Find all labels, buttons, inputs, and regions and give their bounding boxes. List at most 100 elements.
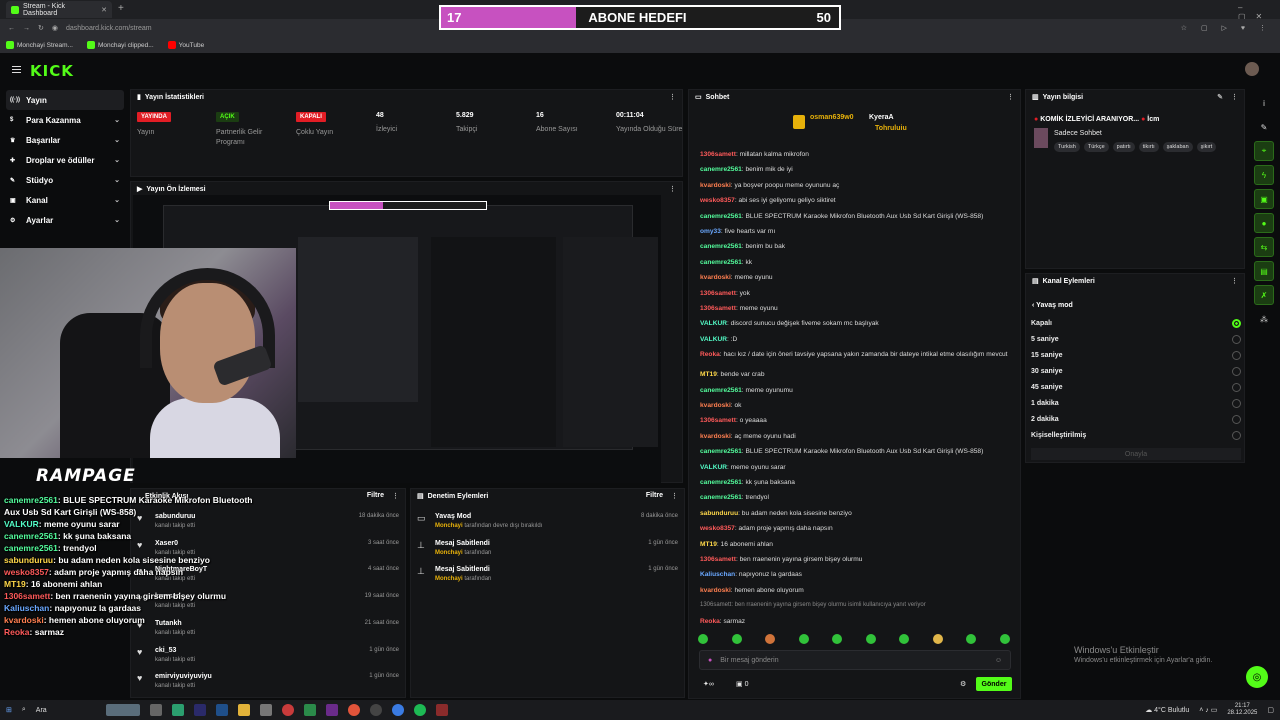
sidebar-item[interactable]: $ Para Kazanma ⌄ bbox=[6, 110, 124, 130]
browser-tab[interactable]: Stream - Kick Dashboard ✕ bbox=[6, 1, 112, 18]
app-icon[interactable] bbox=[369, 704, 382, 716]
edit-icon[interactable]: ✎ bbox=[1254, 117, 1274, 137]
chat-message[interactable]: kvardoski: ya boşver poopu meme oyununu … bbox=[700, 181, 1010, 190]
chat-username[interactable]: canemre2561 bbox=[700, 213, 742, 220]
target-icon[interactable]: ⌖ bbox=[1254, 141, 1274, 161]
sidebar-item[interactable]: ⚙ Ayarlar ⌄ bbox=[6, 210, 124, 230]
tag-chip[interactable]: şikırt bbox=[1196, 142, 1217, 152]
chat-username[interactable]: 1306samett bbox=[700, 417, 736, 424]
chat-message[interactable]: canemre2561: kk bbox=[700, 258, 1010, 267]
taskbar-search[interactable]: Ara bbox=[36, 707, 96, 714]
chevron-down-icon[interactable]: ⌄ bbox=[114, 176, 120, 184]
chat-message[interactable]: kvardoski: meme oyunu bbox=[700, 273, 1010, 282]
activity-user[interactable]: cki_53 bbox=[155, 647, 176, 654]
emote-icon[interactable] bbox=[966, 634, 977, 644]
radio-button[interactable] bbox=[1232, 366, 1241, 376]
chat-message[interactable]: Reoka: sarmaz bbox=[700, 617, 1010, 626]
kick-logo[interactable]: KICK bbox=[30, 62, 74, 80]
chat-message[interactable]: MT19: bende var crab bbox=[700, 370, 1010, 379]
chat-username[interactable]: canemre2561 bbox=[700, 166, 742, 173]
sidebar-item[interactable]: ((·)) Yayın bbox=[6, 90, 124, 110]
chat-message[interactable]: Kaliuschan: napıyonuz la gardaas bbox=[700, 570, 1010, 579]
more-icon[interactable]: ⋮ bbox=[671, 492, 678, 500]
chat-username[interactable]: kvardoski bbox=[700, 587, 731, 594]
chat-username[interactable]: sabunduruu bbox=[700, 510, 738, 517]
tag-chip[interactable]: şaklaban bbox=[1162, 142, 1193, 152]
browser-extensions-icon[interactable]: ☆ ▢ ▷ ♥ ⋮ bbox=[1181, 24, 1272, 32]
reply-indicator[interactable]: 1306samett: ben rraenenin yayına girsem … bbox=[700, 601, 1010, 610]
info-icon[interactable]: i bbox=[1254, 93, 1274, 113]
more-icon[interactable]: ⋮ bbox=[1007, 93, 1014, 101]
chat-username[interactable]: 1306samett bbox=[700, 151, 736, 158]
chat-username[interactable]: 1306samett bbox=[700, 305, 736, 312]
back-icon[interactable]: ← bbox=[8, 25, 15, 32]
chat-username[interactable]: canemre2561 bbox=[700, 387, 742, 394]
radio-button[interactable] bbox=[1232, 382, 1241, 392]
radio-button[interactable] bbox=[1232, 334, 1241, 344]
reload-icon[interactable]: ↻ bbox=[38, 24, 44, 32]
chat-username[interactable]: wesko8357 bbox=[700, 197, 735, 204]
chat-username[interactable]: MT19 bbox=[700, 541, 717, 548]
bookmark-item[interactable]: Monchayi clipped... bbox=[87, 41, 154, 49]
chat-message[interactable]: VALKUR: discord sunucu değişek fiveme so… bbox=[700, 319, 1010, 328]
tag-chip[interactable]: Turkish bbox=[1054, 142, 1080, 152]
help-chat-button[interactable]: ◎ bbox=[1246, 666, 1268, 688]
chat-message[interactable]: canemre2561: benim mik de iyi bbox=[700, 165, 1010, 174]
url-field[interactable]: dashboard.kick.com/stream bbox=[66, 25, 152, 32]
filter-button[interactable]: Filtre bbox=[367, 492, 384, 500]
chat-message[interactable]: omy33: five hearts var mı bbox=[700, 227, 1010, 236]
app-icon[interactable] bbox=[391, 704, 404, 716]
chat-message[interactable]: VALKUR: meme oyunu sarar bbox=[700, 463, 1010, 472]
chat-username[interactable]: canemre2561 bbox=[700, 494, 742, 501]
app-icon[interactable] bbox=[325, 704, 338, 716]
tag-chip[interactable]: patırtı bbox=[1112, 142, 1135, 152]
app-icon[interactable] bbox=[435, 704, 448, 716]
premiere-icon[interactable] bbox=[193, 704, 206, 716]
chat-username[interactable]: kvardoski bbox=[700, 274, 731, 281]
chat-username[interactable]: 1306samett bbox=[700, 556, 736, 563]
more-icon[interactable]: ⋮ bbox=[1231, 93, 1238, 101]
lightning-icon[interactable]: ϟ bbox=[1254, 165, 1274, 185]
chat-message[interactable]: kvardoski: hemen abone oluyorum bbox=[700, 586, 1010, 595]
radio-button[interactable] bbox=[1232, 430, 1241, 440]
app-icon[interactable] bbox=[259, 704, 272, 716]
emote-icon[interactable] bbox=[999, 634, 1010, 644]
bookmark-item[interactable]: Monchayi Stream... bbox=[6, 41, 73, 49]
search-highlight-image[interactable] bbox=[105, 704, 140, 716]
chat-message[interactable]: kvardoski: ok bbox=[700, 401, 1010, 410]
chat-message[interactable]: VALKUR: :D bbox=[700, 335, 1010, 344]
slow-mode-option[interactable]: Kişiselleştirilmiş bbox=[1031, 429, 1241, 441]
explorer-icon[interactable] bbox=[237, 704, 250, 716]
points-icon[interactable]: ✦∞ bbox=[703, 680, 714, 688]
chat-username[interactable]: kvardoski bbox=[700, 182, 731, 189]
gifter-name[interactable]: KyeraA bbox=[869, 114, 894, 121]
forward-icon[interactable]: → bbox=[23, 25, 30, 32]
chevron-down-icon[interactable]: ⌄ bbox=[114, 116, 120, 124]
chat-username[interactable]: MT19 bbox=[700, 371, 717, 378]
link-icon[interactable]: ⇆ bbox=[1254, 237, 1274, 257]
slow-mode-back[interactable]: ‹ Yavaş mod bbox=[1032, 302, 1073, 309]
chevron-down-icon[interactable]: ⌄ bbox=[114, 156, 120, 164]
wrench-icon[interactable]: ✗ bbox=[1254, 285, 1274, 305]
chat-username[interactable]: VALKUR bbox=[700, 320, 727, 327]
radio-button[interactable] bbox=[1232, 318, 1241, 328]
gift-count[interactable]: ▣ 0 bbox=[736, 680, 748, 688]
chevron-down-icon[interactable]: ⌄ bbox=[114, 136, 120, 144]
slow-mode-option[interactable]: 5 saniye bbox=[1031, 333, 1241, 345]
chat-message[interactable]: wesko8357: adam proje yapmış daha napsın bbox=[700, 524, 1010, 533]
windows-start-icon[interactable]: ⊞ bbox=[6, 706, 12, 714]
emote-icon[interactable] bbox=[798, 634, 809, 644]
chat-message[interactable]: canemre2561: BLUE SPECTRUM Karaoke Mikro… bbox=[700, 212, 1010, 221]
avatar[interactable] bbox=[1245, 62, 1259, 76]
bookmark-item[interactable]: YouTube bbox=[167, 41, 204, 49]
chat-username[interactable]: VALKUR bbox=[700, 464, 727, 471]
filter-button[interactable]: Filtre bbox=[646, 492, 663, 500]
shield-icon[interactable]: ▣ bbox=[1254, 189, 1274, 209]
gifter-name[interactable]: osman639w0 bbox=[810, 114, 854, 121]
chat-username[interactable]: VALKUR bbox=[700, 336, 727, 343]
activity-user[interactable]: emirviyuviyuviyu bbox=[155, 673, 212, 680]
chat-message[interactable]: canemre2561: BLUE SPECTRUM Karaoke Mikro… bbox=[700, 447, 1010, 456]
chat-message[interactable]: wesko8357: abi ses iyi geliyomu geliyo s… bbox=[700, 196, 1010, 205]
emote-icon[interactable] bbox=[698, 634, 708, 644]
chat-username[interactable]: omy33 bbox=[700, 228, 721, 235]
